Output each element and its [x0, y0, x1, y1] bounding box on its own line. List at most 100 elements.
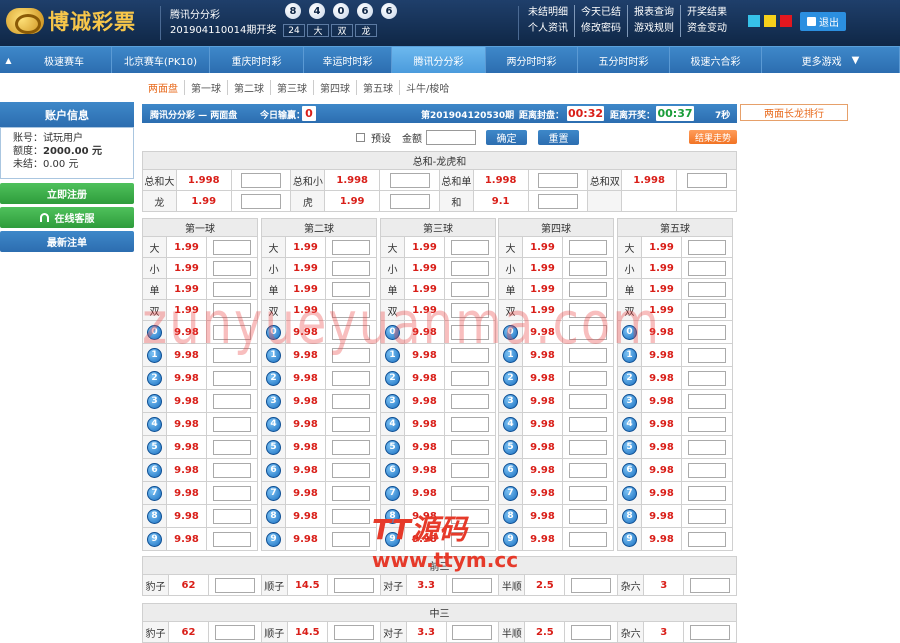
bet-amount-input[interactable] [332, 393, 370, 409]
bet-amount-input[interactable] [537, 172, 578, 188]
bet-amount-input[interactable] [452, 577, 493, 593]
bet-amount-input[interactable] [569, 416, 607, 432]
customer-service-button[interactable]: 在线客服 [0, 207, 134, 228]
bet-amount-input[interactable] [213, 370, 251, 386]
bet-amount-input[interactable] [332, 260, 370, 276]
theme-color-yellow-button[interactable] [764, 15, 776, 27]
bet-amount-input[interactable] [569, 347, 607, 363]
nav-tab[interactable]: 更多游戏 ▼ [762, 47, 900, 73]
header-link[interactable]: 游戏规则 [627, 21, 680, 37]
bet-amount-input[interactable] [213, 462, 251, 478]
bet-amount-input[interactable] [569, 239, 607, 255]
nav-tab[interactable]: 五分时时彩 [578, 47, 670, 73]
bet-amount-input[interactable] [569, 485, 607, 501]
bet-amount-input[interactable] [688, 324, 726, 340]
nav-tab[interactable]: 极速赛车 [17, 47, 112, 73]
bet-amount-input[interactable] [213, 485, 251, 501]
long-dragon-ranking-link[interactable]: 两面长龙排行 [740, 104, 848, 121]
bet-amount-input[interactable] [569, 439, 607, 455]
theme-color-red-button[interactable] [780, 15, 792, 27]
bet-amount-input[interactable] [571, 577, 612, 593]
bet-amount-input[interactable] [332, 439, 370, 455]
bet-amount-input[interactable] [451, 485, 489, 501]
bet-amount-input[interactable] [569, 260, 607, 276]
nav-tab[interactable]: 北京赛车(PK10) [112, 47, 210, 73]
bet-amount-input[interactable] [389, 172, 430, 188]
bet-amount-input[interactable] [332, 324, 370, 340]
bet-amount-input[interactable] [332, 485, 370, 501]
bet-amount-input[interactable] [332, 281, 370, 297]
bet-amount-input[interactable] [241, 193, 282, 209]
bet-amount-input[interactable] [688, 485, 726, 501]
bet-amount-input[interactable] [213, 393, 251, 409]
bet-amount-input[interactable] [332, 239, 370, 255]
confirm-button[interactable]: 确定 [486, 130, 527, 145]
header-link[interactable]: 个人资讯 [528, 21, 574, 37]
bet-amount-input[interactable] [451, 370, 489, 386]
bet-amount-input[interactable] [451, 302, 489, 318]
subnav-item[interactable]: 第二球 [227, 80, 270, 95]
bet-amount-input[interactable] [213, 324, 251, 340]
bet-amount-input[interactable] [690, 624, 731, 640]
bet-amount-input[interactable] [241, 172, 282, 188]
bet-amount-input[interactable] [688, 462, 726, 478]
bet-amount-input[interactable] [451, 260, 489, 276]
bet-amount-input[interactable] [214, 624, 255, 640]
bet-amount-input[interactable] [451, 416, 489, 432]
bet-amount-input[interactable] [688, 439, 726, 455]
bet-amount-input[interactable] [569, 508, 607, 524]
bet-amount-input[interactable] [451, 324, 489, 340]
bet-amount-input[interactable] [537, 193, 578, 209]
reset-button[interactable]: 重置 [538, 130, 579, 145]
bet-amount-input[interactable] [569, 393, 607, 409]
header-link[interactable]: 资金变动 [680, 21, 733, 37]
bet-amount-input[interactable] [451, 393, 489, 409]
bet-amount-input[interactable] [688, 260, 726, 276]
header-link[interactable]: 报表查询 [627, 5, 680, 21]
latest-bets-button[interactable]: 最新注单 [0, 231, 134, 252]
bet-amount-input[interactable] [213, 260, 251, 276]
bet-amount-input[interactable] [213, 239, 251, 255]
subnav-item[interactable]: 第一球 [184, 80, 227, 95]
bet-amount-input[interactable] [688, 508, 726, 524]
bet-amount-input[interactable] [688, 393, 726, 409]
bet-amount-input[interactable] [333, 624, 374, 640]
bet-amount-input[interactable] [213, 302, 251, 318]
bet-amount-input[interactable] [332, 347, 370, 363]
bet-amount-input[interactable] [569, 370, 607, 386]
bet-amount-input[interactable] [688, 302, 726, 318]
subnav-item[interactable]: 第五球 [356, 80, 399, 95]
subnav-item[interactable]: 两面盘 [148, 80, 184, 95]
bet-amount-input[interactable] [569, 302, 607, 318]
bet-amount-input[interactable] [213, 416, 251, 432]
bet-amount-input[interactable] [451, 281, 489, 297]
bet-amount-input[interactable] [688, 281, 726, 297]
bet-amount-input[interactable] [569, 324, 607, 340]
bet-amount-input[interactable] [213, 508, 251, 524]
nav-tab[interactable]: 重庆时时彩 [210, 47, 304, 73]
logout-button[interactable]: 退出 [800, 12, 846, 31]
bet-amount-input[interactable] [686, 172, 727, 188]
bet-amount-input[interactable] [332, 416, 370, 432]
bet-amount-input[interactable] [688, 416, 726, 432]
bet-amount-input[interactable] [451, 531, 489, 547]
bet-amount-input[interactable] [451, 439, 489, 455]
header-link[interactable]: 未结明细 [528, 5, 574, 21]
bet-amount-input[interactable] [332, 462, 370, 478]
bet-amount-input[interactable] [451, 462, 489, 478]
header-link[interactable]: 开奖结果 [680, 5, 733, 21]
bet-amount-input[interactable] [213, 347, 251, 363]
nav-collapse-icon[interactable]: ▲ [0, 47, 17, 74]
nav-tab[interactable]: 两分时时彩 [486, 47, 578, 73]
bet-amount-input[interactable] [213, 281, 251, 297]
bet-amount-input[interactable] [451, 239, 489, 255]
preset-checkbox[interactable] [356, 133, 365, 142]
subnav-item[interactable]: 第三球 [270, 80, 313, 95]
bet-amount-input[interactable] [452, 624, 493, 640]
bet-amount-input[interactable] [213, 531, 251, 547]
result-trend-button[interactable]: 结果走势 [689, 130, 737, 144]
header-link[interactable]: 今天已结 [574, 5, 627, 21]
bet-amount-input[interactable] [688, 370, 726, 386]
bet-amount-input[interactable] [389, 193, 430, 209]
brand-logo[interactable]: 博诚彩票 [6, 6, 136, 36]
